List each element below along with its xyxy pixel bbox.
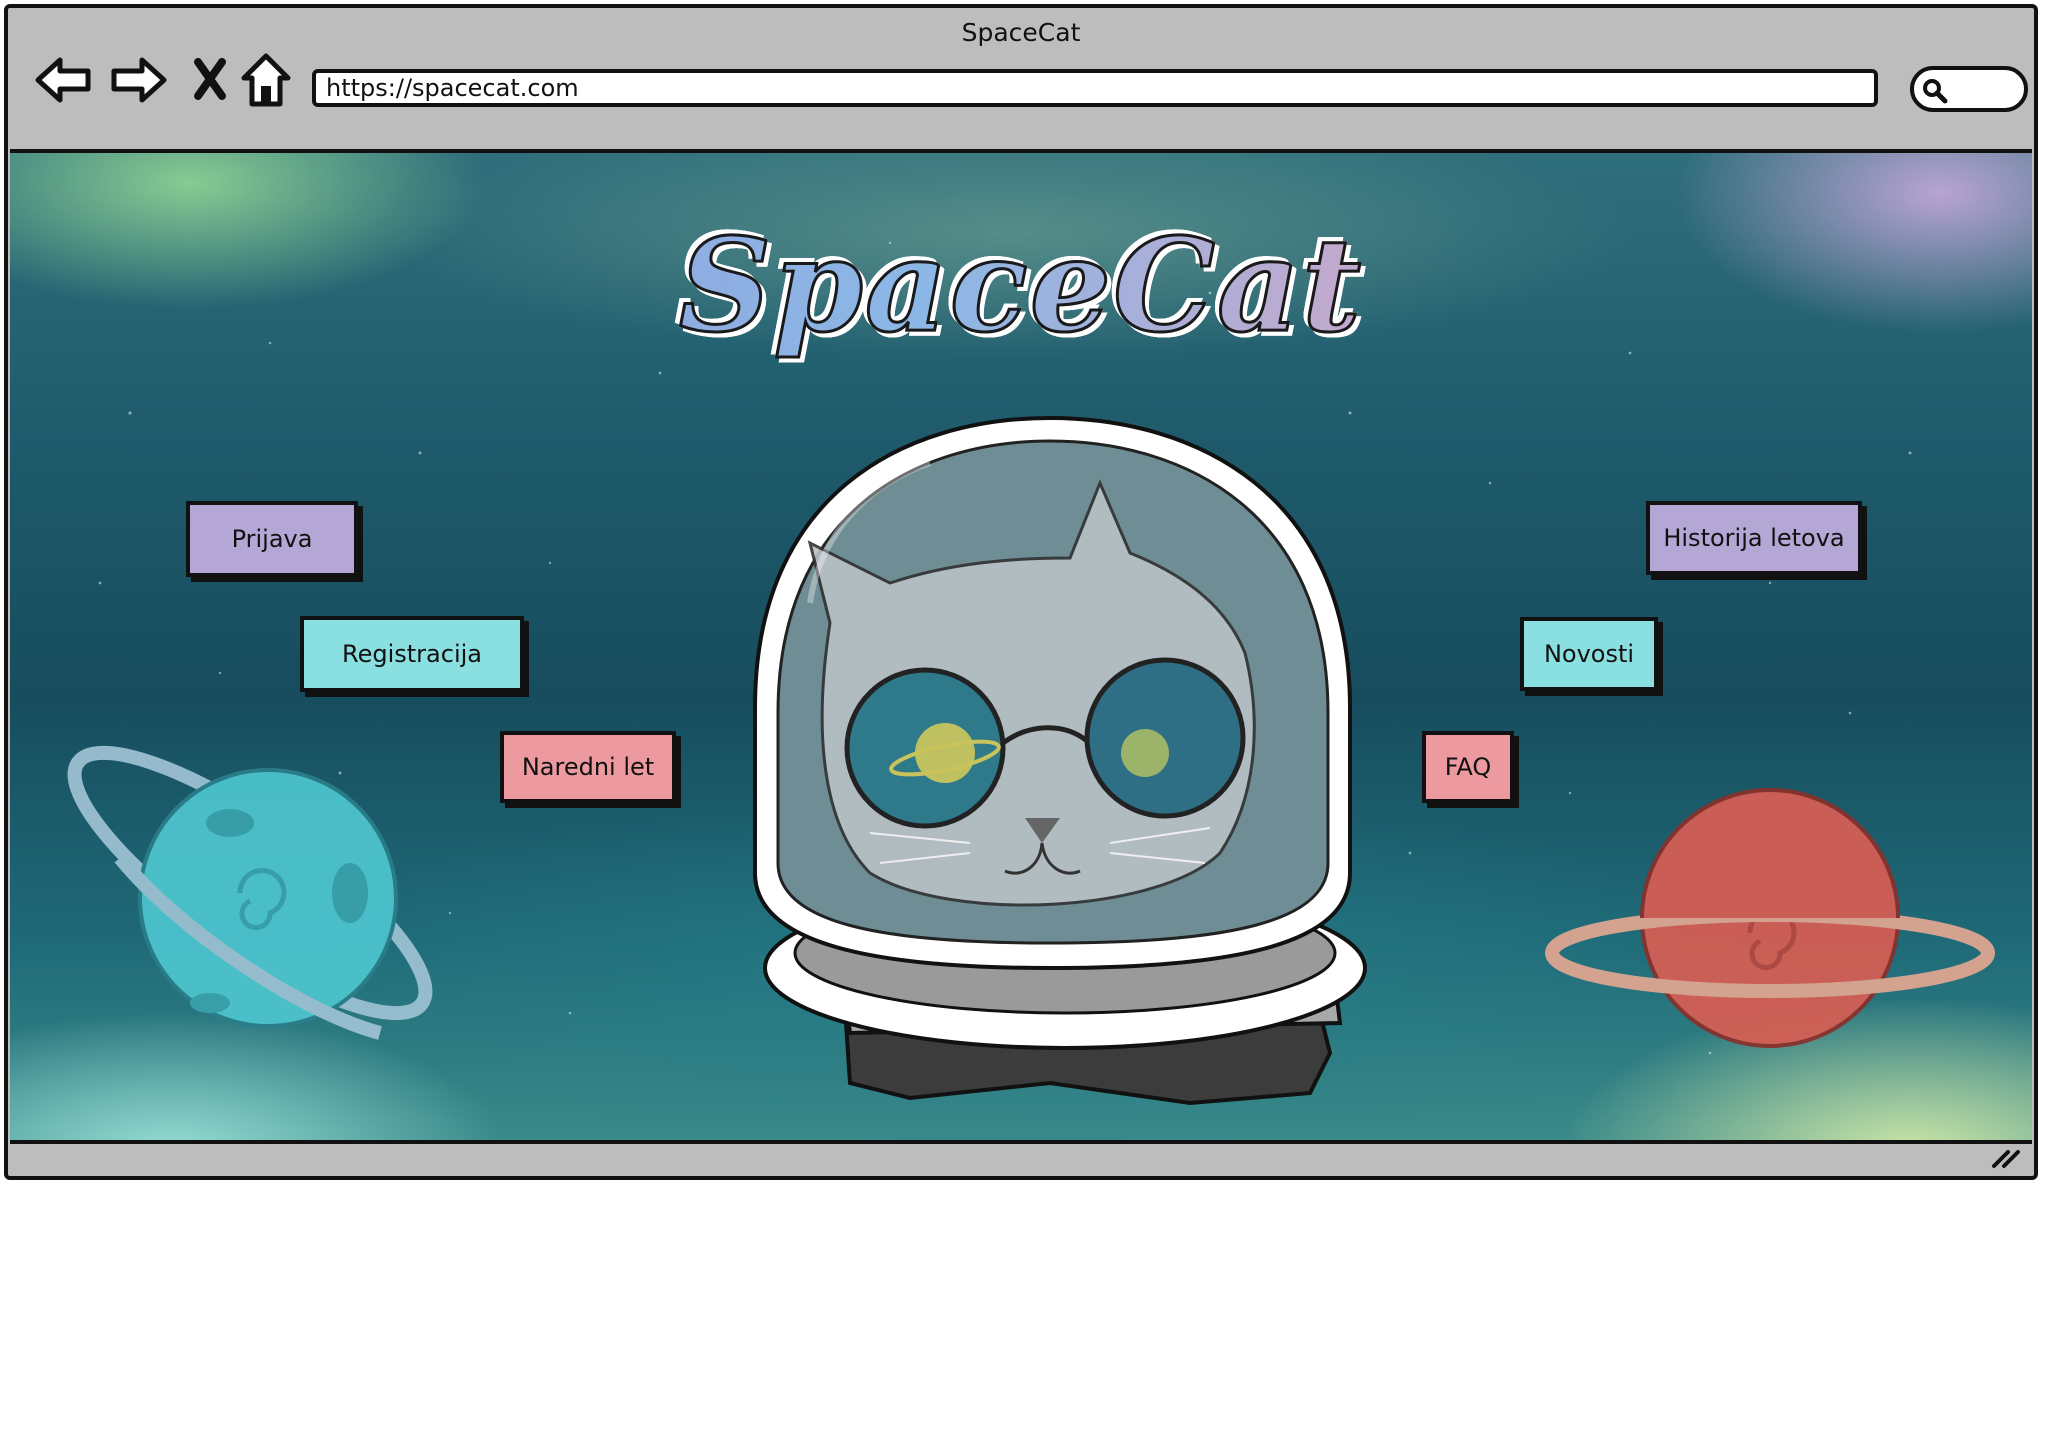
blue-planet bbox=[67, 745, 433, 1040]
login-button[interactable]: Prijava bbox=[186, 501, 358, 577]
flight-history-button[interactable]: Historija letova bbox=[1646, 501, 1862, 575]
status-bar bbox=[8, 1132, 2034, 1176]
faq-button[interactable]: FAQ bbox=[1422, 731, 1514, 803]
news-button[interactable]: Novosti bbox=[1520, 617, 1658, 691]
next-flight-button[interactable]: Naredni let bbox=[500, 731, 676, 803]
window-title: SpaceCat bbox=[961, 18, 1081, 47]
back-arrow-icon[interactable] bbox=[34, 52, 94, 108]
page-content: SpaceCat Prijava Registracija Naredni le… bbox=[10, 149, 2032, 1144]
search-icon bbox=[1923, 79, 1948, 104]
browser-window: SpaceCat https://spacecat.com SpaceCat P… bbox=[4, 4, 2038, 1180]
home-icon[interactable] bbox=[240, 52, 292, 110]
page: SpaceCat https://spacecat.com SpaceCat P… bbox=[0, 0, 2048, 1442]
resize-grip-icon[interactable] bbox=[1990, 1140, 2024, 1170]
register-button[interactable]: Registracija bbox=[300, 616, 524, 692]
forward-arrow-icon[interactable] bbox=[108, 52, 168, 108]
red-planet bbox=[1545, 788, 1995, 1048]
search-field[interactable] bbox=[1910, 66, 2028, 112]
close-icon[interactable] bbox=[190, 52, 230, 108]
address-bar[interactable]: https://spacecat.com bbox=[312, 69, 1878, 107]
spacecat-logo: SpaceCat bbox=[10, 210, 2032, 363]
astronaut-cat-illustration bbox=[753, 415, 1367, 1106]
